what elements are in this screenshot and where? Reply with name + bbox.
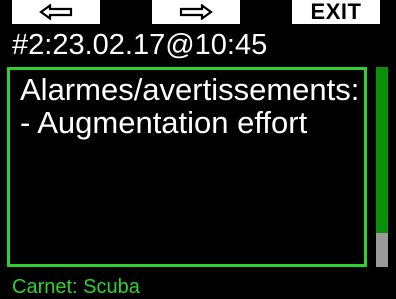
alarm-heading: Alarmes/avertissements: [20, 72, 360, 107]
alarm-panel: Alarmes/avertissements: - Augmentation e… [7, 67, 367, 267]
exit-button[interactable]: EXIT [292, 0, 380, 24]
softkey-bar: EXIT [12, 0, 380, 24]
alarm-item: - Augmentation effort [20, 105, 308, 140]
scrollbar[interactable] [376, 67, 388, 267]
log-entry-title: #2:23.02.17@10:45 [12, 29, 268, 61]
exit-button-label: EXIT [310, 0, 362, 24]
previous-button[interactable] [12, 0, 100, 24]
next-button[interactable] [152, 0, 240, 24]
left-arrow-icon [39, 4, 73, 20]
scrollbar-thumb[interactable] [376, 233, 388, 267]
logbook-mode-label: Carnet: Scuba [12, 276, 140, 298]
right-arrow-icon [179, 4, 213, 20]
